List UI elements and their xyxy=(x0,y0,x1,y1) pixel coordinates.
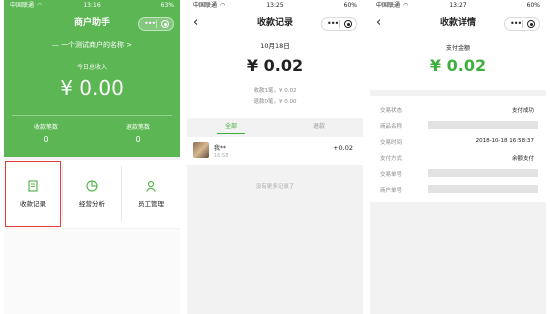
record-amount: +0.02 xyxy=(333,144,353,152)
record-tabs: 全部 退款 xyxy=(187,121,363,135)
detail-key: 交易状态 xyxy=(380,108,403,114)
tab-all[interactable]: 全部 xyxy=(187,121,275,134)
document-icon xyxy=(28,180,38,192)
detail-row-product: 商品名称 xyxy=(370,117,546,133)
redacted-value xyxy=(428,185,538,193)
record-time: 16:58 xyxy=(214,153,229,159)
nav-bar: ‹ 收款记录 ••• xyxy=(187,12,363,34)
capsule-divider xyxy=(156,20,157,28)
more-icon[interactable]: ••• xyxy=(144,18,156,29)
today-income-label: 今日总收入 xyxy=(76,64,107,71)
nav-bar: 商户助手 ••• xyxy=(4,12,180,34)
detail-row-status: 交易状态 支付成功 xyxy=(370,101,546,117)
today-income-amount: ¥ 0.00 xyxy=(60,76,124,100)
menu-item-business-analysis[interactable]: 经营分析 xyxy=(63,160,121,228)
detail-value: 2018-10-18 16:58:37 xyxy=(475,138,534,144)
divider xyxy=(12,115,172,116)
nav-bar: ‹ 收款详情 ••• xyxy=(370,12,546,34)
detail-row-merchant-no: 商户单号 xyxy=(370,181,546,197)
pay-amount-label: 支付金额 xyxy=(445,45,470,52)
status-bar: 中国联通 ◠ 13:27 60% xyxy=(370,0,546,12)
close-target-icon[interactable] xyxy=(344,20,352,28)
no-more-records: 没有更多记录了 xyxy=(255,184,295,190)
income-summary-panel: 中国联通 ◠ 13:16 63% 商户助手 ••• — 一个测试商户的名称 > 今… xyxy=(4,0,180,157)
stat-label: 收款笔数 xyxy=(33,124,58,131)
more-icon[interactable]: ••• xyxy=(327,18,339,29)
mini-program-capsule[interactable]: ••• xyxy=(504,17,540,31)
payer-name: 我** xyxy=(214,145,227,152)
stat-value: 0 xyxy=(43,135,49,144)
detail-row-transaction-no: 交易单号 xyxy=(370,165,546,181)
detail-key: 支付方式 xyxy=(380,156,403,162)
merchant-name-link[interactable]: — 一个测试商户的名称 > xyxy=(4,40,180,50)
pie-chart-icon xyxy=(86,180,98,192)
avatar xyxy=(193,142,209,158)
capsule-divider xyxy=(339,20,340,28)
battery-indicator: 63% xyxy=(160,2,174,9)
battery-indicator: 60% xyxy=(526,2,540,9)
stat-label: 退款笔数 xyxy=(125,124,150,131)
person-icon xyxy=(146,180,156,192)
phone-screen-payment-records: 中国联通 ◠ 13:25 60% ‹ 收款记录 ••• 10月18日 ¥ 0.02… xyxy=(187,0,363,314)
clock: 13:25 xyxy=(266,2,284,9)
chevron-right-icon: > xyxy=(126,41,133,49)
clock: 13:27 xyxy=(449,2,467,9)
clock: 13:16 xyxy=(83,2,101,9)
menu-label: 经营分析 xyxy=(79,200,105,208)
stat-value: 0 xyxy=(135,135,141,144)
capsule-divider xyxy=(522,20,523,28)
detail-key: 交易单号 xyxy=(380,172,403,178)
stat-refunds: 退款笔数 0 xyxy=(108,122,168,144)
phone-screen-merchant-assistant: 中国联通 ◠ 13:16 63% 商户助手 ••• — 一个测试商户的名称 > 今… xyxy=(4,0,180,314)
detail-value: 支付成功 xyxy=(511,108,534,114)
mini-program-capsule[interactable]: ••• xyxy=(321,17,357,31)
phone-screen-payment-detail: 中国联通 ◠ 13:27 60% ‹ 收款详情 ••• 支付金额 ¥ 0.02 交… xyxy=(370,0,546,314)
status-bar: 中国联通 ◠ 13:25 60% xyxy=(187,0,363,12)
battery-indicator: 60% xyxy=(343,2,357,9)
detail-value: 余额支付 xyxy=(511,156,534,162)
menu-item-payment-records[interactable]: 收款记录 xyxy=(4,160,62,228)
more-icon[interactable]: ••• xyxy=(510,18,522,29)
redacted-value xyxy=(428,169,538,177)
status-bar: 中国联通 ◠ 13:16 63% xyxy=(4,0,180,12)
merchant-name: 一个测试商户的名称 xyxy=(61,41,125,49)
close-target-icon[interactable] xyxy=(161,20,169,28)
record-row[interactable]: 我** 16:58 +0.02 xyxy=(187,137,363,165)
detail-key: 商品名称 xyxy=(380,124,403,130)
record-date: 10月18日 xyxy=(260,42,290,50)
detail-row-method: 支付方式 余额支付 xyxy=(370,149,546,165)
mini-program-capsule[interactable]: ••• xyxy=(138,17,174,31)
stat-receipts: 收款笔数 0 xyxy=(16,122,76,144)
refund-summary: 退款0笔，¥ 0.00 xyxy=(253,99,297,105)
detail-key: 交易时间 xyxy=(380,140,403,146)
receipt-summary: 收款1笔，¥ 0.02 xyxy=(253,88,297,94)
total-amount: ¥ 0.02 xyxy=(246,56,304,75)
tab-refund[interactable]: 退款 xyxy=(275,121,363,133)
menu-item-staff-management[interactable]: 员工管理 xyxy=(122,160,180,228)
menu-label: 员工管理 xyxy=(138,200,164,208)
menu-label: 收款记录 xyxy=(20,200,46,208)
empty-area xyxy=(4,229,180,314)
redacted-value xyxy=(428,121,538,129)
close-target-icon[interactable] xyxy=(527,20,535,28)
detail-key: 商户单号 xyxy=(380,188,403,194)
function-menu: 收款记录 经营分析 员工管理 xyxy=(4,160,180,228)
pay-amount: ¥ 0.02 xyxy=(429,56,487,75)
detail-row-time: 交易时间 2018-10-18 16:58:37 xyxy=(370,133,546,149)
